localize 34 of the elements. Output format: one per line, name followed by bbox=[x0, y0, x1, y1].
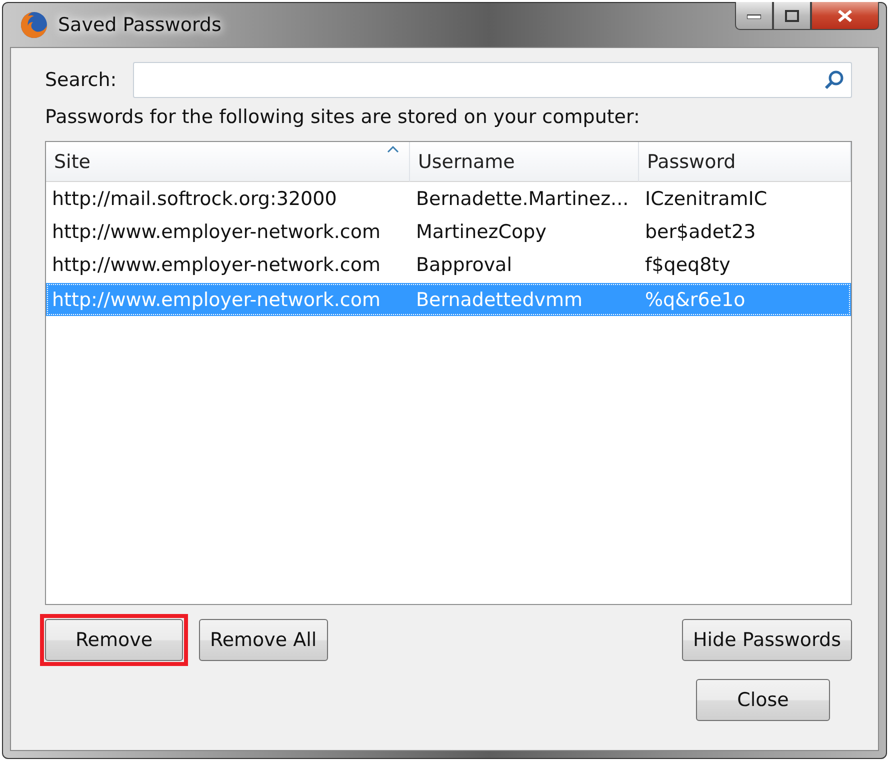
table-cell-text: Bapproval bbox=[415, 254, 513, 276]
table-row[interactable]: http://www.employer-network.com Bapproval f$qeq8ty bbox=[46, 248, 851, 281]
minimize-icon bbox=[747, 12, 761, 18]
window-title: Saved Passwords bbox=[58, 14, 222, 36]
table-cell-text: Bernadettedvmm bbox=[415, 288, 584, 310]
table-cell-text: Bernadette.Martinez... bbox=[415, 188, 630, 210]
column-header[interactable]: Site bbox=[46, 142, 410, 182]
caption-text: Passwords for the following sites are stored on your computer: bbox=[45, 106, 641, 128]
close-window-button[interactable] bbox=[811, 2, 879, 30]
table-cell-text: http://www.employer-network.com bbox=[51, 288, 382, 310]
table-cell-text: http://www.employer-network.com bbox=[51, 254, 382, 276]
minimize-button[interactable] bbox=[735, 2, 773, 30]
close-icon bbox=[837, 8, 853, 22]
toggle-passwords-button[interactable]: Hide Passwords bbox=[682, 619, 852, 661]
browser-logo-icon bbox=[20, 11, 48, 39]
search-icon[interactable] bbox=[823, 69, 845, 91]
column-header[interactable]: Password bbox=[639, 142, 851, 182]
maximize-icon bbox=[785, 10, 799, 22]
column-header[interactable]: Username bbox=[410, 142, 639, 182]
table-cell-text: ber$adet23 bbox=[644, 220, 757, 242]
table-cell-text: f$qeq8ty bbox=[644, 254, 732, 276]
table-row[interactable]: http://mail.softrock.org:32000 Bernadette.Martinez... ICzenitramIC bbox=[46, 182, 851, 215]
search-field[interactable] bbox=[132, 62, 852, 98]
remove-button[interactable]: Remove bbox=[45, 619, 183, 661]
table-cell-text: http://www.employer-network.com bbox=[51, 220, 382, 242]
table-cell-text: %q&r6e1o bbox=[644, 288, 746, 310]
remove-button[interactable]: Remove All bbox=[199, 619, 328, 661]
table-cell-text: ICzenitramIC bbox=[644, 188, 768, 210]
table-cell-text: http://mail.softrock.org:32000 bbox=[51, 188, 338, 210]
maximize-button[interactable] bbox=[773, 2, 811, 30]
search-label: Search: bbox=[45, 69, 117, 91]
table-cell-text: MartinezCopy bbox=[415, 220, 548, 242]
table-row[interactable]: http://www.employer-network.com MartinezCopy ber$adet23 bbox=[46, 215, 851, 248]
close-button[interactable]: Close bbox=[696, 679, 830, 721]
